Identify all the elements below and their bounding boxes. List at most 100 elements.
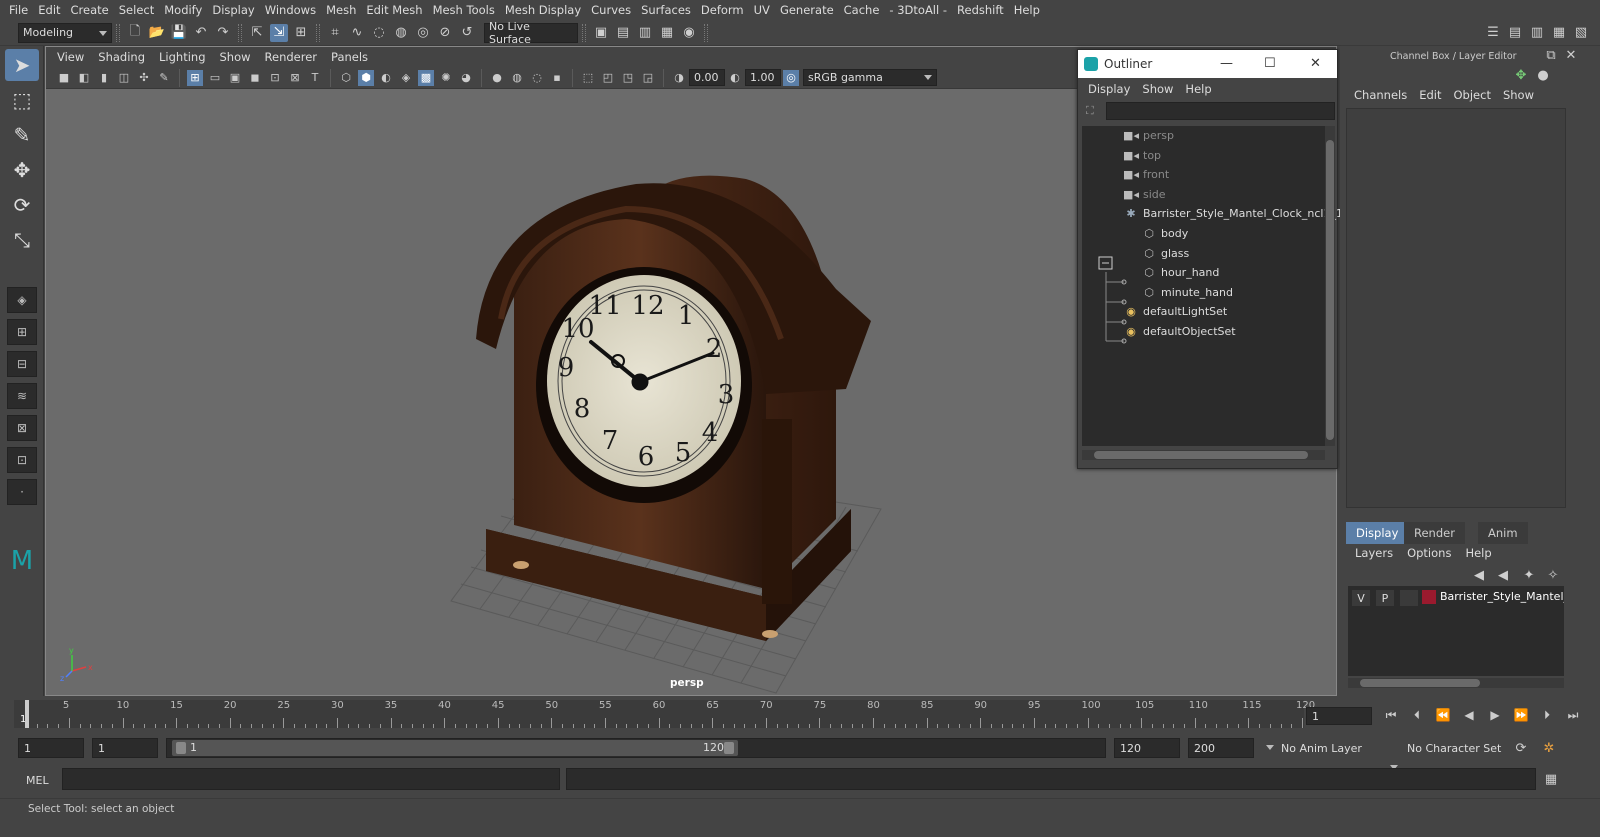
outliner-vscroll-thumb[interactable] bbox=[1326, 140, 1334, 440]
anim-layer-dropdown[interactable]: No Anim Layer bbox=[1276, 738, 1400, 758]
maximize-icon[interactable]: ☐ bbox=[1264, 56, 1276, 71]
viewport-menu-panels[interactable]: Panels bbox=[324, 50, 375, 64]
current-frame-marker[interactable] bbox=[25, 700, 29, 728]
snap-pivot-icon[interactable]: ⊘ bbox=[436, 24, 454, 42]
outliner-item[interactable]: ■◂ front bbox=[1123, 165, 1169, 184]
isolate-select-icon[interactable]: ⬚ bbox=[580, 70, 596, 86]
menu-help[interactable]: Help bbox=[1009, 3, 1045, 17]
camera-select-icon[interactable]: ■ bbox=[56, 70, 72, 86]
snap-view-icon[interactable]: ◍ bbox=[392, 24, 410, 42]
move-tool-icon[interactable]: ✥ bbox=[5, 154, 39, 186]
textured-icon[interactable]: ▩ bbox=[418, 69, 434, 86]
live-surface-field[interactable]: No Live Surface bbox=[484, 20, 578, 46]
render-frame-icon[interactable]: ▣ bbox=[592, 24, 610, 42]
xray-icon[interactable]: ◰ bbox=[600, 70, 616, 86]
playback-start-field[interactable]: 1 bbox=[92, 738, 158, 758]
layer-menu-options[interactable]: Options bbox=[1400, 546, 1458, 560]
current-frame-field[interactable]: 1 bbox=[1306, 707, 1372, 725]
channel-box-menu-object[interactable]: Object bbox=[1448, 88, 1497, 102]
anti-aliasing-icon[interactable]: ◌ bbox=[529, 70, 545, 86]
exposure-icon[interactable]: ◑ bbox=[671, 70, 687, 86]
script-editor-icon[interactable]: ▦ bbox=[1542, 770, 1560, 788]
menu-edit-mesh[interactable]: Edit Mesh bbox=[361, 3, 427, 17]
xray-joints-icon[interactable]: ◳ bbox=[620, 70, 636, 86]
panel-layout-icon[interactable]: ▤ bbox=[1506, 24, 1524, 42]
wireframe-on-shaded-icon[interactable]: ◈ bbox=[398, 70, 414, 86]
select-object-icon[interactable]: ⇲ bbox=[270, 23, 288, 42]
outliner-item[interactable]: ■◂ side bbox=[1123, 185, 1166, 204]
open-scene-icon[interactable]: 📂 bbox=[148, 24, 166, 42]
menu-mesh-tools[interactable]: Mesh Tools bbox=[428, 3, 500, 17]
menu-redshift[interactable]: Redshift bbox=[952, 3, 1009, 17]
menu-set-dropdown[interactable]: Modeling bbox=[18, 22, 112, 43]
gate-mask-icon[interactable]: ◼ bbox=[247, 70, 263, 86]
outliner-item[interactable]: ◉ defaultObjectSet bbox=[1124, 322, 1235, 341]
snap-point-icon[interactable]: ◌ bbox=[370, 24, 388, 42]
rotate-tool-icon[interactable]: ⟳ bbox=[5, 189, 39, 221]
save-scene-icon[interactable]: 💾 bbox=[170, 24, 188, 42]
snap-grid-icon[interactable]: ⌗ bbox=[326, 24, 344, 42]
wireframe-icon[interactable]: ⬡ bbox=[338, 70, 354, 86]
menu-mesh-display[interactable]: Mesh Display bbox=[500, 3, 586, 17]
go-to-end-icon[interactable]: ⏭ bbox=[1562, 706, 1584, 724]
mel-command-input[interactable] bbox=[62, 768, 560, 790]
gamma-icon[interactable]: ◐ bbox=[727, 70, 743, 86]
layer-color-swatch[interactable] bbox=[1422, 590, 1436, 604]
menu-display[interactable]: Display bbox=[207, 3, 259, 17]
layer-playback-toggle[interactable]: P bbox=[1376, 590, 1394, 606]
ambient-occlusion-icon[interactable]: ● bbox=[489, 70, 505, 86]
toggle-icon[interactable]: ● bbox=[1534, 66, 1552, 84]
four-pane-layout-icon[interactable]: ⊞ bbox=[7, 319, 37, 345]
menu-generate[interactable]: Generate bbox=[775, 3, 839, 17]
attribute-editor-toggle-icon[interactable]: ▦ bbox=[1550, 24, 1568, 42]
grid-icon[interactable]: ⊞ bbox=[187, 69, 203, 86]
float-panel-icon[interactable]: ⧉ bbox=[1542, 46, 1560, 64]
outliner-menu-help[interactable]: Help bbox=[1179, 82, 1217, 96]
toolbar-grip[interactable] bbox=[582, 23, 586, 42]
menu-cache[interactable]: Cache bbox=[839, 3, 885, 17]
outliner-item[interactable]: ✱ Barrister_Style_Mantel_Clock_ncl1_1 bbox=[1124, 204, 1343, 223]
render-settings-icon[interactable]: ▦ bbox=[658, 24, 676, 42]
film-gate-icon[interactable]: ▭ bbox=[207, 70, 223, 86]
channel-box-menu-channels[interactable]: Channels bbox=[1348, 88, 1413, 102]
menu-surfaces[interactable]: Surfaces bbox=[636, 3, 696, 17]
resolution-gate-icon[interactable]: ▣ bbox=[227, 70, 243, 86]
redo-icon[interactable]: ↷ bbox=[214, 24, 232, 42]
channel-box-toggle-icon[interactable]: ▥ bbox=[1528, 24, 1546, 42]
outliner-menu-show[interactable]: Show bbox=[1136, 82, 1179, 96]
viewport-menu-renderer[interactable]: Renderer bbox=[258, 50, 325, 64]
toolbar-grip[interactable] bbox=[704, 23, 708, 42]
lasso-tool-icon[interactable]: ⬚ bbox=[5, 84, 39, 116]
range-slider-bar[interactable] bbox=[172, 740, 738, 756]
select-component-icon[interactable]: ⊞ bbox=[292, 24, 310, 42]
animation-start-field[interactable]: 1 bbox=[18, 738, 84, 758]
menu-uv[interactable]: UV bbox=[749, 3, 775, 17]
render-view-icon[interactable]: ▤ bbox=[614, 24, 632, 42]
safe-action-icon[interactable]: ⊠ bbox=[287, 70, 303, 86]
go-to-start-icon[interactable]: ⏮ bbox=[1380, 706, 1402, 724]
character-set-dropdown[interactable]: No Character Set bbox=[1402, 738, 1506, 758]
layer-visibility-toggle[interactable]: V bbox=[1352, 590, 1370, 606]
history-icon[interactable]: ↺ bbox=[458, 24, 476, 42]
tool-settings-toggle-icon[interactable]: ▧ bbox=[1572, 24, 1590, 42]
step-forward-key-icon[interactable]: ⏩ bbox=[1510, 706, 1532, 724]
pan-zoom-icon[interactable]: ✣ bbox=[136, 70, 152, 86]
time-slider[interactable]: 1 5 10 15 20 25 30 35 40 45 50 55 60 65 70 75 80 85 90 95 10… bbox=[14, 700, 1315, 728]
toolbar-grip[interactable] bbox=[316, 23, 320, 42]
viewport-menu-view[interactable]: View bbox=[50, 50, 91, 64]
mel-label[interactable]: MEL bbox=[26, 774, 49, 787]
menu-modify[interactable]: Modify bbox=[159, 3, 207, 17]
outliner-item[interactable]: ■◂ persp bbox=[1123, 126, 1174, 145]
select-hierarchy-icon[interactable]: ⇱ bbox=[248, 24, 266, 42]
step-back-key-icon[interactable]: ⏪ bbox=[1432, 706, 1454, 724]
menu-deform[interactable]: Deform bbox=[696, 3, 749, 17]
grease-pencil-icon[interactable]: ✎ bbox=[156, 70, 172, 86]
toolbar-grip[interactable] bbox=[238, 23, 242, 42]
tab-anim[interactable]: Anim bbox=[1478, 522, 1528, 544]
menu-windows[interactable]: Windows bbox=[260, 3, 321, 17]
auto-key-icon[interactable]: ⟳ bbox=[1512, 739, 1530, 757]
select-tool-icon[interactable]: ➤ bbox=[5, 49, 39, 81]
range-start-handle[interactable] bbox=[176, 742, 186, 754]
menu-3dtoall[interactable]: - 3DtoAll - bbox=[884, 3, 952, 17]
layer-display-type-toggle[interactable] bbox=[1400, 590, 1418, 606]
